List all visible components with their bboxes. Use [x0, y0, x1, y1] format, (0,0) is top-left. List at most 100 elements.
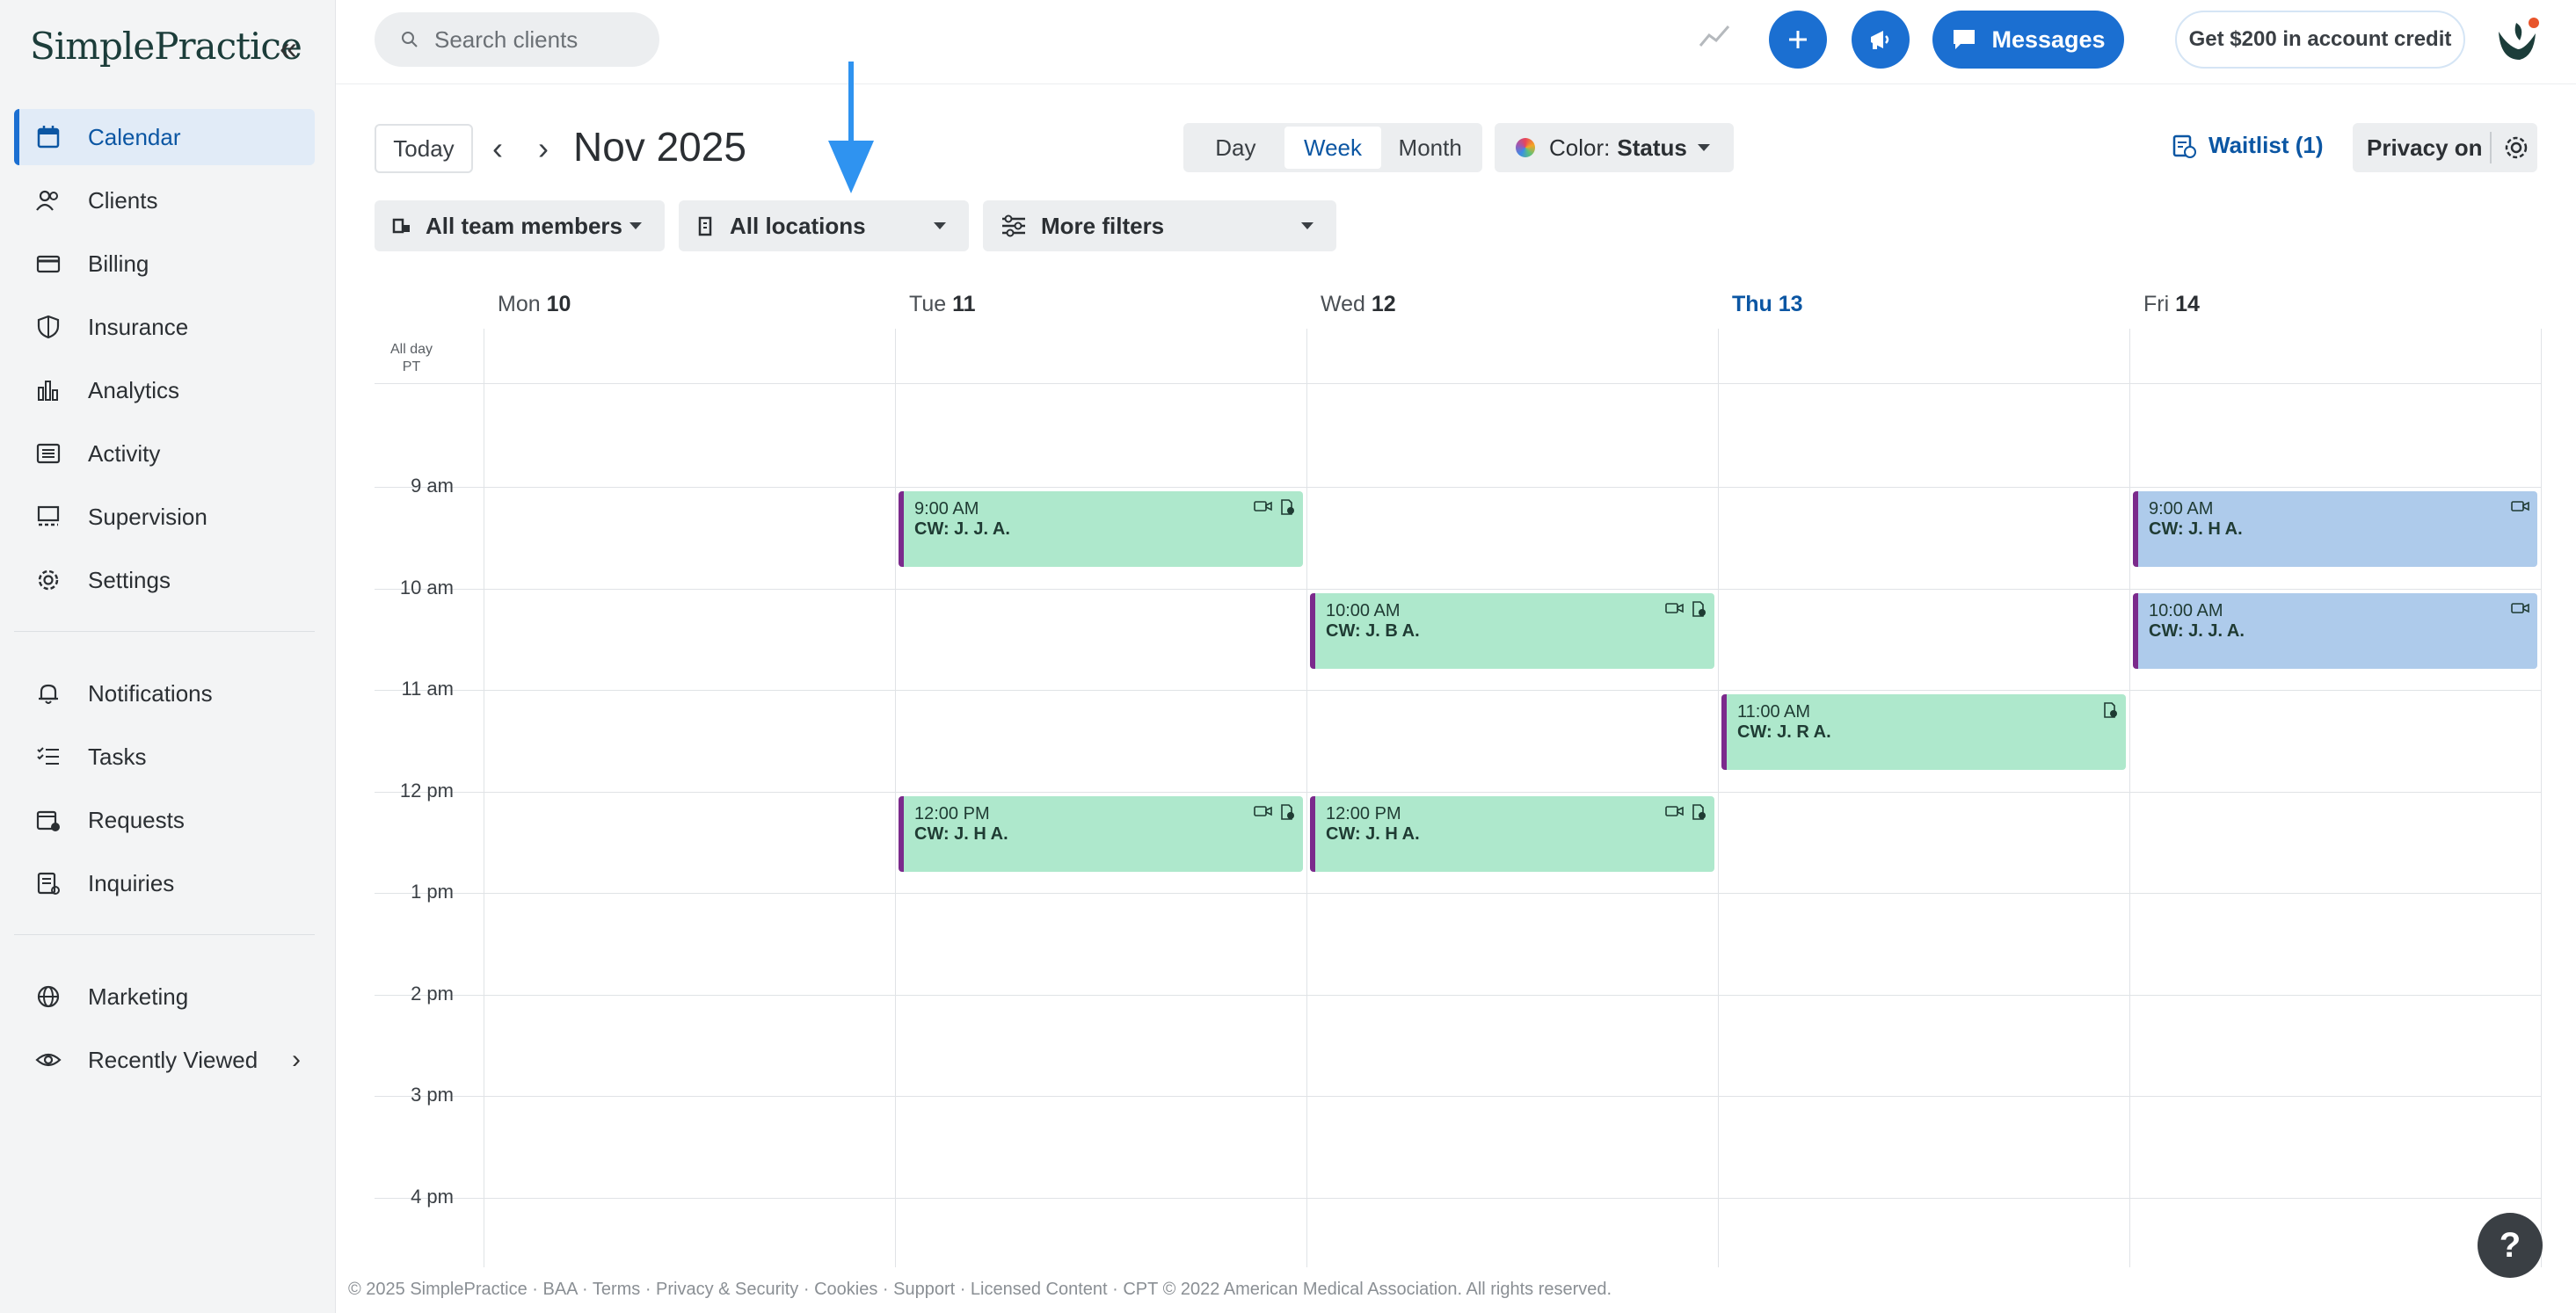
- sidebar-item-activity[interactable]: Activity: [14, 425, 315, 482]
- day-column-divider: [2129, 329, 2130, 1267]
- messages-button[interactable]: Messages: [1932, 11, 2124, 69]
- hour-line: [375, 487, 2541, 488]
- waitlist-button[interactable]: Waitlist (1): [2172, 132, 2323, 159]
- sidebar-item-analytics[interactable]: Analytics: [14, 362, 315, 418]
- appointment-event[interactable]: 10:00 AM CW: J. B A.: [1310, 592, 1714, 669]
- sidebar-item-label: Recently Viewed: [88, 1046, 258, 1073]
- sidebar-item-label: Requests: [88, 806, 185, 833]
- hour-label: 3 pm: [411, 1084, 454, 1106]
- day-header-fri[interactable]: Fri 14: [2143, 292, 2200, 317]
- sidebar-item-marketing[interactable]: Marketing: [14, 968, 315, 1025]
- sidebar-item-label: Clients: [88, 186, 158, 214]
- globe-icon: [33, 982, 63, 1012]
- sliders-icon: [1002, 214, 1025, 237]
- appointment-event[interactable]: 11:00 AM CW: J. R A.: [1721, 694, 2126, 770]
- day-name: Mon: [498, 292, 541, 316]
- chevron-right-icon: ›: [292, 1045, 301, 1074]
- sidebar-item-label: Billing: [88, 250, 149, 277]
- view-toggle: Day Week Month: [1183, 123, 1482, 172]
- event-time: 10:00 AM: [1326, 600, 1401, 620]
- sidebar-divider: [14, 934, 315, 935]
- sidebar-item-billing[interactable]: Billing: [14, 236, 315, 292]
- logo: SimplePractice: [30, 25, 302, 68]
- sidebar-item-supervision[interactable]: Supervision: [14, 489, 315, 545]
- waitlist-icon: [2172, 134, 2196, 158]
- event-time: 11:00 AM: [1737, 702, 1811, 722]
- hour-label: 2 pm: [411, 982, 454, 1005]
- add-button[interactable]: [1769, 11, 1827, 69]
- day-header-thu[interactable]: Thu 13: [1732, 292, 1803, 317]
- team-members-label: All team members: [426, 212, 622, 239]
- clinic-icon: [2101, 701, 2119, 724]
- collapse-sidebar-icon[interactable]: «: [280, 30, 297, 67]
- chevron-down-icon: [934, 222, 946, 229]
- event-icons: [2511, 498, 2530, 519]
- day-header-mon[interactable]: Mon 10: [498, 292, 571, 317]
- sidebar-item-recently-viewed[interactable]: Recently Viewed ›: [14, 1032, 315, 1088]
- hour-line: [375, 893, 2541, 894]
- calendar-icon: [33, 122, 63, 152]
- event-client: CW: J. J. A.: [914, 519, 1010, 539]
- event-client: CW: J. J. A.: [2149, 620, 2245, 641]
- view-month-button[interactable]: Month: [1381, 127, 1479, 169]
- account-credit-button[interactable]: Get $200 in account credit: [2175, 11, 2465, 69]
- sidebar-item-insurance[interactable]: Insurance: [14, 299, 315, 355]
- view-day-button[interactable]: Day: [1187, 127, 1284, 169]
- appointment-event[interactable]: 9:00 AM CW: J. J. A.: [899, 491, 1303, 567]
- chevron-down-icon: [1697, 144, 1710, 151]
- day-header-wed[interactable]: Wed 12: [1321, 292, 1396, 317]
- color-value: Status: [1617, 134, 1687, 161]
- tasks-icon: [33, 742, 63, 772]
- next-week-button[interactable]: ›: [538, 130, 549, 167]
- sidebar-item-settings[interactable]: Settings: [14, 552, 315, 608]
- sidebar-item-requests[interactable]: Requests: [14, 792, 315, 848]
- color-prefix: Color:: [1549, 134, 1611, 161]
- event-icons: [2511, 600, 2530, 620]
- event-icons: [1254, 498, 1296, 521]
- color-status-dropdown[interactable]: Color: Status: [1495, 123, 1734, 172]
- more-filters-button[interactable]: More filters: [983, 200, 1336, 251]
- day-number: 11: [952, 292, 976, 316]
- team-members-filter[interactable]: All team members: [375, 200, 665, 251]
- sidebar-item-calendar[interactable]: Calendar: [14, 109, 315, 165]
- previous-week-button[interactable]: ‹: [492, 130, 503, 167]
- sidebar-item-label: Insurance: [88, 313, 189, 340]
- view-week-button[interactable]: Week: [1284, 127, 1382, 169]
- privacy-toggle[interactable]: Privacy on: [2353, 123, 2537, 172]
- sidebar-item-label: Activity: [88, 439, 161, 467]
- sidebar-item-clients[interactable]: Clients: [14, 172, 315, 229]
- sidebar-item-inquiries[interactable]: Inquiries: [14, 855, 315, 911]
- sidebar-nav: Calendar Clients Billing Insurance Analytics…: [14, 109, 315, 1095]
- appointment-event[interactable]: 12:00 PM CW: J. H A.: [899, 795, 1303, 872]
- help-button[interactable]: ?: [2478, 1213, 2543, 1278]
- appointment-event[interactable]: 10:00 AM CW: J. J. A.: [2133, 592, 2537, 669]
- notification-dot: [2529, 18, 2539, 28]
- hour-line: [375, 994, 2541, 996]
- avatar[interactable]: [2490, 14, 2543, 67]
- megaphone-icon: [1871, 31, 1889, 49]
- waitlist-label: Waitlist (1): [2209, 132, 2324, 158]
- trend-icon[interactable]: [1697, 19, 1732, 54]
- video-icon: [1254, 803, 1273, 826]
- day-name: Fri: [2143, 292, 2170, 316]
- chevron-down-icon: [629, 222, 642, 229]
- video-icon: [2511, 498, 2530, 519]
- appointment-event[interactable]: 12:00 PM CW: J. H A.: [1310, 795, 1714, 872]
- timezone-label: PT: [402, 359, 421, 374]
- privacy-label: Privacy on: [2367, 134, 2483, 161]
- day-header-tue[interactable]: Tue 11: [909, 292, 976, 317]
- today-button[interactable]: Today: [375, 124, 473, 173]
- locations-filter[interactable]: All locations: [679, 200, 969, 251]
- appointment-event[interactable]: 9:00 AM CW: J. H A.: [2133, 491, 2537, 567]
- sidebar-divider: [14, 631, 315, 632]
- gear-icon[interactable]: [2502, 134, 2530, 162]
- day-column-divider: [1306, 329, 1307, 1267]
- clinic-icon: [1690, 803, 1707, 826]
- sidebar-item-label: Inquiries: [88, 869, 175, 896]
- announcements-button[interactable]: [1852, 11, 1910, 69]
- search-input[interactable]: Search clients: [375, 12, 659, 67]
- sidebar-item-notifications[interactable]: Notifications: [14, 665, 315, 722]
- week-grid: All day PT Mon 10 Tue 11 Wed 12 Thu 13 Fri 1…: [375, 279, 2542, 1267]
- eye-icon: [33, 1045, 63, 1075]
- sidebar-item-tasks[interactable]: Tasks: [14, 729, 315, 785]
